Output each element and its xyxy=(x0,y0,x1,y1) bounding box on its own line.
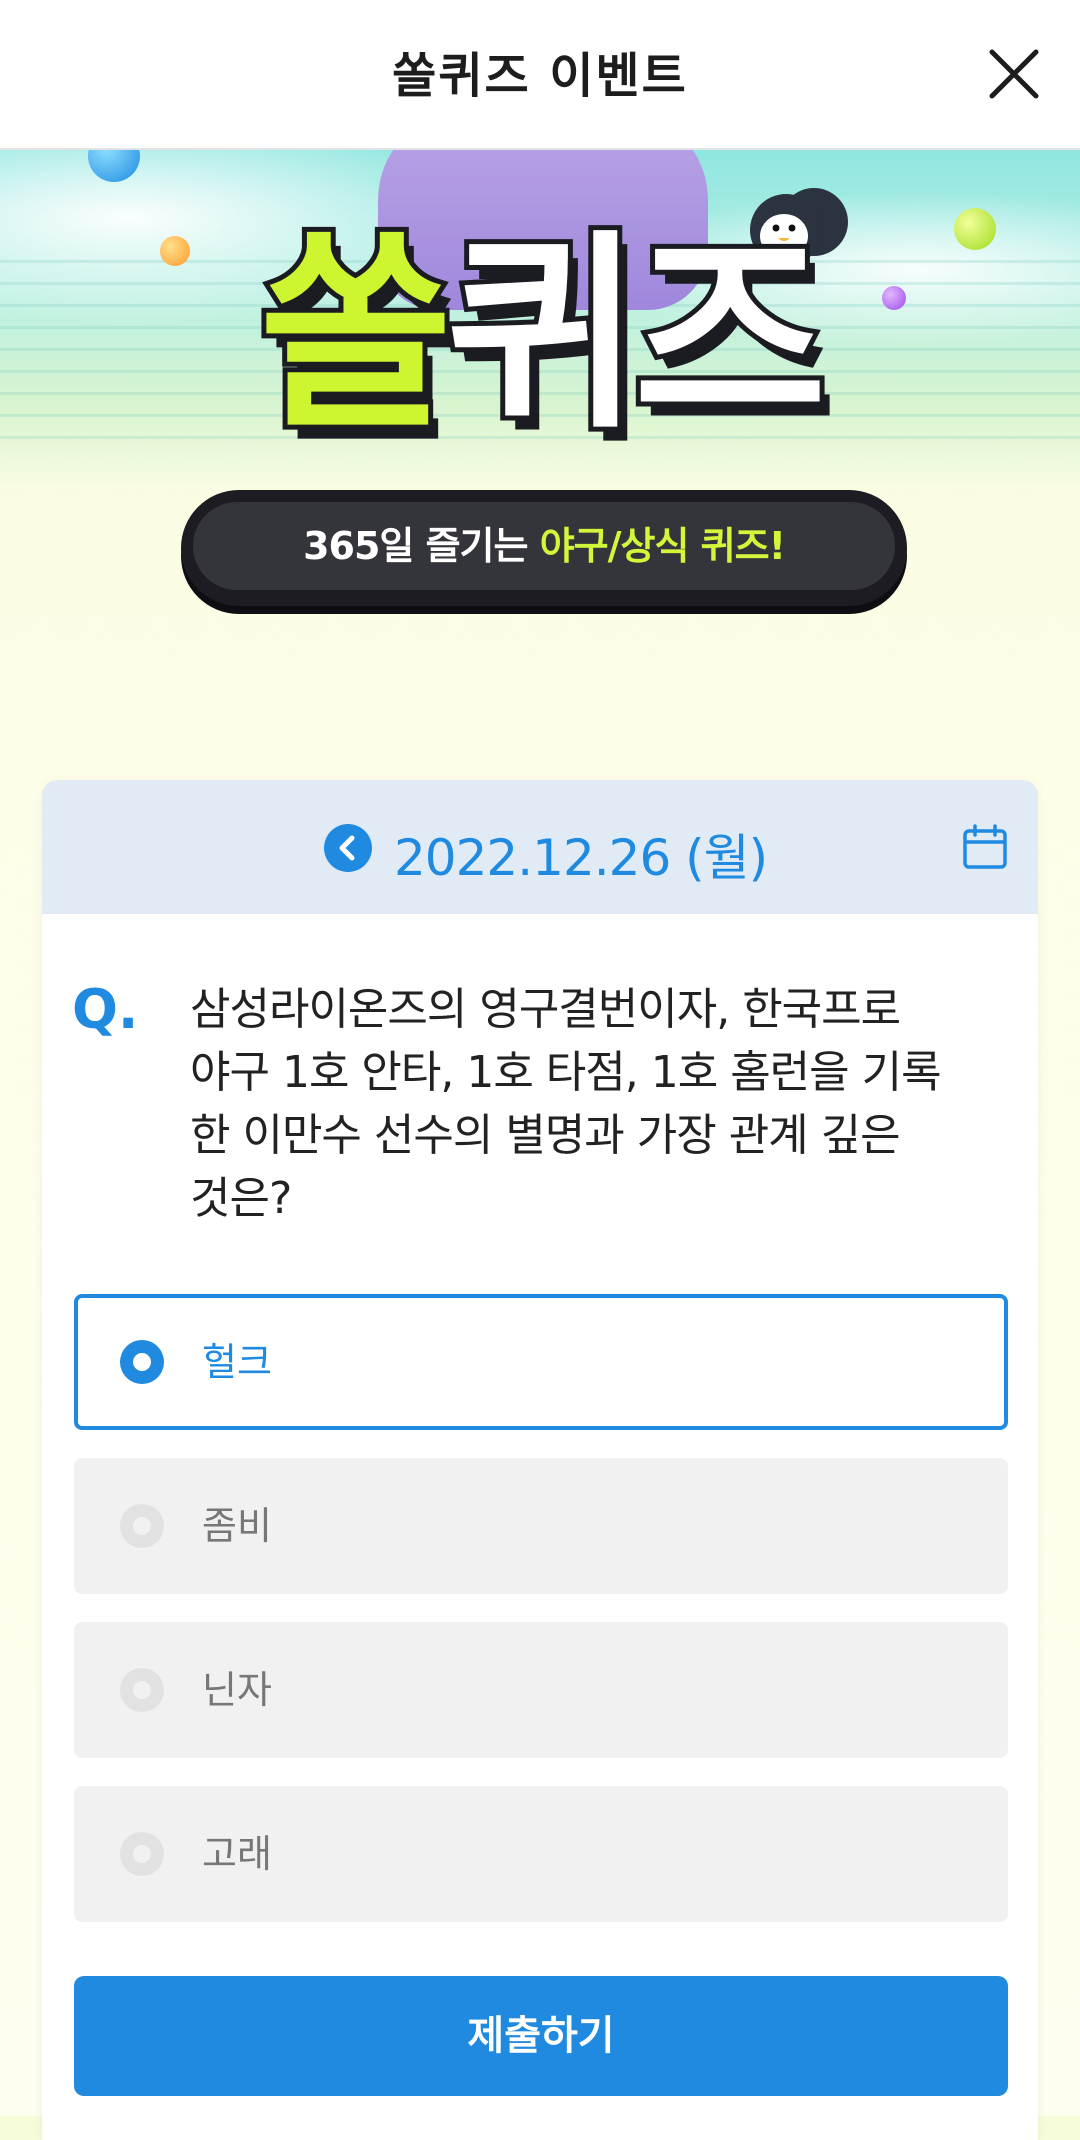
answer-label: 고래 xyxy=(202,1832,272,1876)
question-mark: Q. xyxy=(72,978,139,1041)
answer-option-3[interactable]: 닌자 xyxy=(74,1622,1008,1758)
tagline-highlight: 야구/상식 퀴즈! xyxy=(539,524,786,568)
question-text: 삼성라이온즈의 영구결번이자, 한국프로 야구 1호 안타, 1호 타점, 1호… xyxy=(190,978,1020,1230)
answer-option-1[interactable]: 헐크 xyxy=(74,1294,1008,1430)
top-bar: 쏠퀴즈 이벤트 xyxy=(0,0,1080,150)
answer-label: 헐크 xyxy=(202,1340,272,1384)
answer-option-2[interactable]: 좀비 xyxy=(74,1458,1008,1594)
calendar-button[interactable] xyxy=(960,822,1010,872)
page-title: 쏠퀴즈 이벤트 xyxy=(392,48,688,104)
answer-option-4[interactable]: 고래 xyxy=(74,1786,1008,1922)
event-banner: 쏠퀴즈 365일 즐기는 야구/상식 퀴즈! xyxy=(0,150,1080,620)
answer-label: 좀비 xyxy=(202,1504,272,1548)
date-bar: 2022.12.26 (월) xyxy=(42,780,1038,914)
question-line: 야구 1호 안타, 1호 타점, 1호 홈런을 기록 xyxy=(190,1047,942,1098)
quiz-card: 2022.12.26 (월) Q. 삼성라이온즈의 영구결번이자, 한국프로 야… xyxy=(42,780,1038,2140)
radio-unselected-icon xyxy=(120,1832,164,1876)
submit-button[interactable]: 제출하기 xyxy=(74,1976,1008,2096)
tagline: 365일 즐기는 야구/상식 퀴즈! xyxy=(193,502,895,590)
calendar-icon xyxy=(963,824,1007,869)
logo-part-sol: 쏠 xyxy=(254,212,457,457)
question-line: 삼성라이온즈의 영구결번이자, 한국프로 xyxy=(190,984,901,1035)
close-button[interactable] xyxy=(978,38,1050,110)
answer-label: 닌자 xyxy=(202,1668,272,1712)
question-line: 것은? xyxy=(190,1173,292,1224)
previous-date-button[interactable] xyxy=(324,824,372,872)
logo-part-quiz: 퀴즈 xyxy=(441,212,831,457)
close-icon xyxy=(989,49,1039,99)
quiz-date: 2022.12.26 (월) xyxy=(394,829,768,887)
radio-unselected-icon xyxy=(120,1504,164,1548)
tagline-pill: 365일 즐기는 야구/상식 퀴즈! xyxy=(181,490,907,606)
radio-unselected-icon xyxy=(120,1668,164,1712)
chevron-left-icon xyxy=(339,835,355,861)
tagline-text: 365일 즐기는 xyxy=(303,524,540,568)
question-line: 한 이만수 선수의 별명과 가장 관계 깊은 xyxy=(190,1110,901,1161)
radio-selected-icon xyxy=(120,1340,164,1384)
quiz-logo: 쏠퀴즈 xyxy=(0,225,1080,445)
